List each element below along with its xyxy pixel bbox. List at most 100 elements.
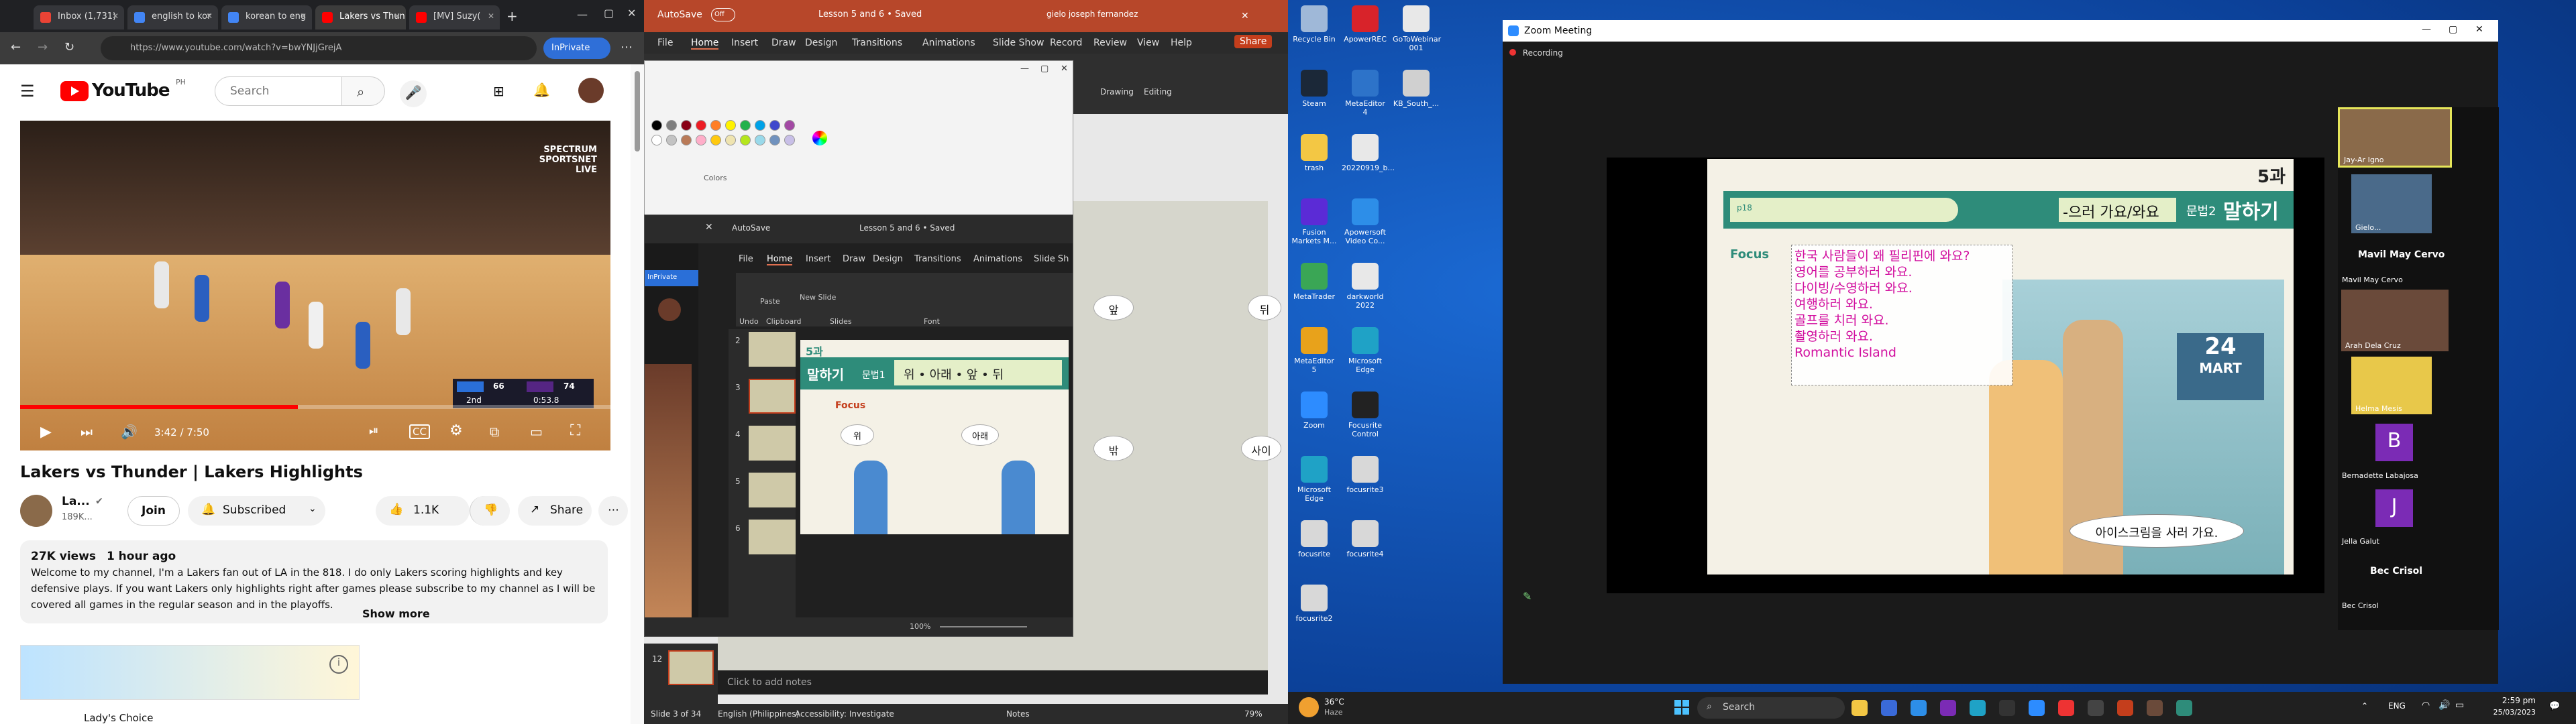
ppt-close-icon[interactable]: ✕: [1241, 11, 1249, 21]
ppt-tab-insert[interactable]: Insert: [731, 38, 758, 48]
browser-tab-english[interactable]: english to kor ✕: [127, 5, 218, 29]
ppt-tab-animations[interactable]: Animations: [922, 38, 975, 48]
close-tab-icon[interactable]: ✕: [112, 11, 119, 21]
scrollbar-thumb[interactable]: [635, 71, 640, 152]
zoom-close-icon[interactable]: ✕: [2475, 24, 2483, 35]
palette-swatch[interactable]: [784, 120, 795, 131]
participant-tile[interactable]: Helma Mesis: [2351, 357, 2432, 414]
desktop-icon[interactable]: MetaTrader: [1291, 263, 1338, 301]
participant-tile[interactable]: Arah Dela Cruz: [2341, 290, 2449, 351]
more-menu-icon[interactable]: ⋯: [621, 40, 633, 54]
autoplay-toggle[interactable]: ⏯: [369, 424, 378, 438]
ppt-tab-slideshow[interactable]: Slide Show: [993, 38, 1044, 48]
ppt-thumbnail[interactable]: [668, 650, 714, 685]
close-tab-icon[interactable]: ✕: [394, 11, 400, 21]
ppt2-tab-transitions[interactable]: Transitions: [914, 254, 961, 264]
palette-swatch[interactable]: [681, 120, 692, 131]
desktop-icon[interactable]: KB_South_...: [1393, 70, 1440, 108]
video-player[interactable]: SPECTRUM SPORTSNET LIVE 66 74 2nd 0:53.8: [20, 121, 610, 450]
browser-tab-suzy[interactable]: [MV] Suzy( ✕: [409, 5, 500, 29]
zoom-screen-share[interactable]: 5과 p18 -으러 가요/와요 문법2 말하기 Focus 24 MART 아…: [1607, 158, 2324, 593]
ppt-tab-view[interactable]: View: [1137, 38, 1159, 48]
palette-swatch[interactable]: [696, 135, 706, 145]
desktop-icon[interactable]: focusrite: [1291, 520, 1338, 558]
participant-tile[interactable]: Mavil May Cervo Mavil May Cervo: [2338, 239, 2452, 286]
thumbnail[interactable]: [749, 426, 796, 461]
paint-maximize-icon[interactable]: ▢: [1040, 64, 1049, 74]
desktop-icon[interactable]: Fusion Markets M...: [1291, 198, 1338, 245]
hamburger-menu-icon[interactable]: ☰: [20, 82, 35, 101]
back-icon[interactable]: ←: [11, 40, 21, 54]
browser-tab-inbox[interactable]: Inbox (1,731) ✕: [34, 5, 124, 29]
palette-swatch[interactable]: [755, 120, 765, 131]
theater-mode-icon[interactable]: ▭: [530, 424, 543, 440]
ppt-drawing-group[interactable]: Drawing: [1100, 87, 1134, 97]
palette-swatch[interactable]: [710, 135, 721, 145]
voice-search-icon[interactable]: 🎤: [400, 80, 427, 107]
ppt2-new-slide[interactable]: New Slide: [800, 293, 836, 302]
desktop-icon[interactable]: MetaEditor 4: [1342, 70, 1389, 117]
ppt2-autosave[interactable]: AutoSave: [732, 223, 770, 233]
info-icon[interactable]: i: [329, 655, 348, 674]
join-button[interactable]: Join: [127, 496, 180, 526]
participant-tile[interactable]: Bec Crisol Bec Crisol: [2338, 551, 2452, 611]
palette-swatch[interactable]: [696, 120, 706, 131]
thumbnail[interactable]: [749, 332, 796, 367]
more-actions-button[interactable]: ⋯: [598, 496, 628, 526]
participant-tile[interactable]: B Bernadette Labajosa: [2338, 420, 2452, 481]
palette-swatch[interactable]: [666, 135, 677, 145]
taskbar-app-icon[interactable]: [1940, 700, 1956, 716]
desktop-icon[interactable]: Steam: [1291, 70, 1338, 108]
palette-swatch[interactable]: [740, 135, 751, 145]
play-icon[interactable]: ▶: [40, 424, 52, 440]
ppt-tab-home[interactable]: Home: [691, 38, 719, 50]
next-icon[interactable]: ⏭: [80, 424, 93, 440]
edit-colors-icon[interactable]: [812, 131, 827, 145]
ppt2-tab-slideshow[interactable]: Slide Sh: [1034, 254, 1069, 264]
ppt-tab-help[interactable]: Help: [1171, 38, 1192, 48]
channel-name[interactable]: La...: [62, 495, 90, 508]
desktop-icon[interactable]: Microsoft Edge: [1291, 456, 1338, 503]
ppt2-tab-draw[interactable]: Draw: [843, 254, 865, 264]
ppt2-zoom-level[interactable]: 100%: [910, 622, 930, 631]
browser-tab-korean[interactable]: korean to eng ✕: [221, 5, 312, 29]
create-icon[interactable]: ⊞: [493, 83, 504, 99]
desktop-icon[interactable]: Focusrite Control: [1342, 391, 1389, 438]
ppt-notes-button[interactable]: Notes: [1006, 709, 1030, 719]
video-progress-bar[interactable]: [20, 405, 610, 409]
slide-textbox[interactable]: 한국 사람들이 왜 필리핀에 와요? 영어를 공부하러 와요. 다이빙/수영하러…: [1791, 245, 2012, 385]
ppt-notes-pane[interactable]: Click to add notes: [718, 670, 1268, 695]
maximize-icon[interactable]: ▢: [604, 7, 614, 19]
close-tab-icon[interactable]: ✕: [206, 11, 213, 21]
ppt2-zoom-slider[interactable]: [940, 626, 1027, 627]
palette-swatch[interactable]: [769, 120, 780, 131]
taskbar-app-icon[interactable]: [2147, 700, 2163, 716]
input-language[interactable]: ENG: [2388, 701, 2406, 711]
participant-tile[interactable]: Jay-Ar Igno: [2338, 107, 2452, 168]
participant-tile[interactable]: J Jella Galut: [2338, 485, 2452, 547]
new-tab-button[interactable]: +: [506, 8, 518, 24]
refresh-icon[interactable]: ↻: [64, 40, 74, 54]
close-icon[interactable]: ✕: [627, 7, 636, 19]
palette-swatch[interactable]: [725, 135, 736, 145]
taskbar-app-icon[interactable]: [2058, 700, 2074, 716]
youtube-logo-icon[interactable]: [60, 81, 89, 101]
ppt-tab-draw[interactable]: Draw: [771, 38, 796, 48]
taskbar-app-icon[interactable]: [2029, 700, 2045, 716]
search-button[interactable]: ⌕: [342, 76, 385, 106]
youtube-logo-text[interactable]: YouTube: [92, 80, 170, 101]
palette-swatch[interactable]: [725, 120, 736, 131]
page-scrollbar[interactable]: [631, 64, 644, 724]
fullscreen-icon[interactable]: ⛶: [570, 422, 580, 439]
battery-icon[interactable]: ▭: [2455, 700, 2464, 711]
desktop-icon[interactable]: ApowerREC: [1342, 5, 1389, 44]
palette-swatch[interactable]: [755, 135, 765, 145]
ppt-tab-review[interactable]: Review: [1093, 38, 1127, 48]
thumbnail[interactable]: [749, 379, 796, 414]
desktop-icon[interactable]: focusrite2: [1291, 585, 1338, 623]
desktop-icon[interactable]: focusrite3: [1342, 456, 1389, 494]
share-button[interactable]: ↗ Share: [518, 496, 592, 526]
ad-banner[interactable]: i: [20, 645, 360, 700]
desktop-icon[interactable]: Recycle Bin: [1291, 5, 1338, 44]
palette-swatch[interactable]: [784, 135, 795, 145]
